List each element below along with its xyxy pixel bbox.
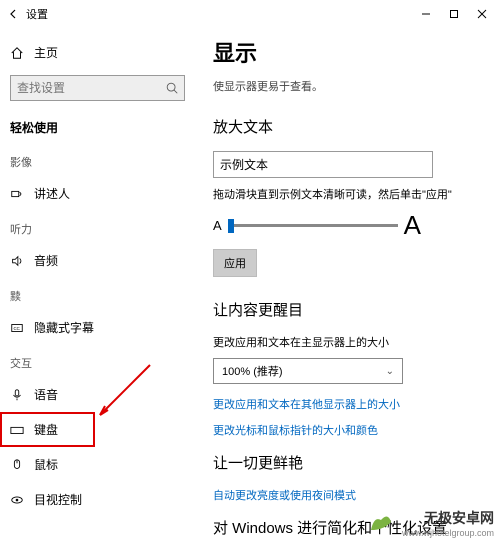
slider-thumb[interactable]	[228, 219, 234, 233]
group-label: 交互	[0, 345, 195, 377]
scale-dropdown[interactable]: 100% (推荐) ⌄	[213, 358, 403, 384]
section-heading: 让一切更鲜艳	[213, 452, 484, 473]
minimize-button[interactable]	[412, 0, 440, 28]
home-label: 主页	[34, 44, 58, 61]
link-night-mode[interactable]: 自动更改亮度或使用夜间模式	[213, 487, 484, 503]
text-size-slider[interactable]	[228, 224, 398, 227]
sidebar-item-speech[interactable]: 语音	[0, 377, 195, 412]
sidebar-heading: 轻松使用	[0, 113, 195, 144]
slider-max-icon: A	[404, 210, 421, 241]
sidebar-item-label: 音频	[34, 252, 58, 269]
slider-min-icon: A	[213, 218, 222, 233]
eye-icon	[10, 493, 24, 507]
keyboard-icon	[10, 423, 24, 437]
sample-text-box: 示例文本	[213, 151, 433, 178]
narrator-icon	[10, 187, 24, 201]
audio-icon	[10, 254, 24, 268]
home-button[interactable]: 主页	[0, 36, 195, 69]
sidebar-item-narrator[interactable]: 讲述人	[0, 176, 195, 211]
slider-description: 拖动滑块直到示例文本清晰可读，然后单击"应用"	[213, 186, 484, 202]
sidebar-item-label: 鼠标	[34, 456, 58, 473]
section-heading: 放大文本	[213, 116, 484, 137]
dropdown-description: 更改应用和文本在主显示器上的大小	[213, 334, 484, 350]
watermark-url: www.wjhotelgroup.com	[402, 528, 494, 538]
group-label: 听力	[0, 211, 195, 243]
page-subtitle: 使显示器更易于查看。	[213, 78, 484, 94]
sidebar-item-audio[interactable]: 音频	[0, 243, 195, 278]
close-button[interactable]	[468, 0, 496, 28]
window-title: 设置	[26, 6, 48, 22]
sidebar-item-closed-captions[interactable]: CC 隐藏式字幕	[0, 310, 195, 345]
group-label: 影像	[0, 144, 195, 176]
sidebar-item-label: 讲述人	[34, 185, 70, 202]
link-cursor-pointer[interactable]: 更改光标和鼠标指针的大小和颜色	[213, 422, 484, 438]
link-other-displays[interactable]: 更改应用和文本在其他显示器上的大小	[213, 396, 484, 412]
sidebar-item-label: 键盘	[34, 421, 58, 438]
sidebar-item-label: 目视控制	[34, 491, 82, 508]
home-icon	[10, 46, 24, 60]
search-icon[interactable]	[165, 81, 179, 95]
group-label: 黩	[0, 278, 195, 310]
mouse-icon	[10, 458, 24, 472]
page-title: 显示	[213, 36, 484, 68]
mic-icon	[10, 388, 24, 402]
chevron-down-icon: ⌄	[386, 366, 394, 377]
section-heading: 让内容更醒目	[213, 299, 484, 320]
svg-text:CC: CC	[14, 325, 20, 330]
cc-icon: CC	[10, 321, 24, 335]
sidebar-item-label: 隐藏式字幕	[34, 319, 94, 336]
search-input[interactable]	[10, 75, 185, 101]
watermark-text: 无极安卓网	[402, 508, 494, 528]
sidebar-item-keyboard[interactable]: 键盘	[0, 412, 95, 447]
sidebar-item-mouse[interactable]: 鼠标	[0, 447, 195, 482]
watermark: 无极安卓网 www.wjhotelgroup.com	[366, 508, 494, 538]
back-icon[interactable]	[8, 8, 20, 20]
sidebar-item-eye-control[interactable]: 目视控制	[0, 482, 195, 517]
maximize-button[interactable]	[440, 0, 468, 28]
watermark-icon	[366, 508, 396, 538]
apply-button[interactable]: 应用	[213, 249, 257, 277]
dropdown-value: 100% (推荐)	[222, 363, 283, 379]
sidebar-item-label: 语音	[34, 386, 58, 403]
